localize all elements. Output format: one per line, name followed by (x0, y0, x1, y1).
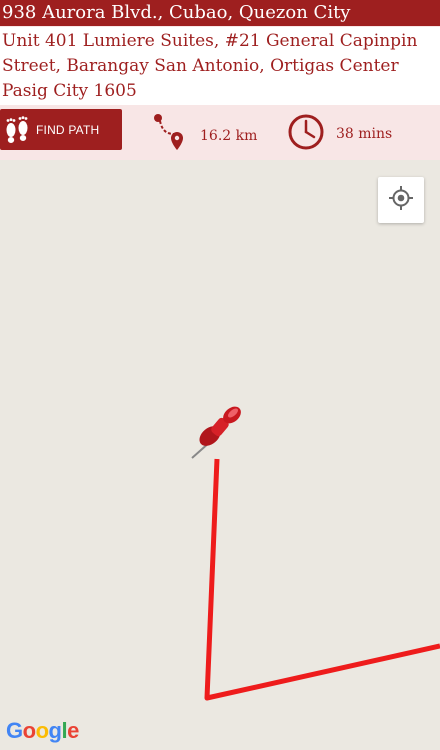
clock-icon (286, 112, 326, 156)
find-path-label: FIND PATH (36, 122, 100, 137)
distance-metric: 16.2 km (152, 112, 257, 160)
origin-address[interactable]: 938 Aurora Blvd., Cubao, Quezon City (0, 0, 440, 26)
push-pin-icon[interactable] (188, 400, 252, 468)
find-path-button[interactable]: FIND PATH (0, 109, 122, 150)
duration-value: 38 mins (336, 126, 393, 142)
distance-value: 16.2 km (200, 128, 258, 144)
duration-metric: 38 mins (286, 112, 392, 156)
footprints-icon (0, 109, 34, 150)
my-location-icon (388, 185, 414, 215)
my-location-button[interactable] (378, 177, 424, 223)
destination-address[interactable]: Unit 401 Lumiere Suites, #21 General Cap… (0, 27, 440, 105)
google-logo: Google (6, 718, 79, 743)
route-pin-icon (152, 112, 188, 160)
route-header: 938 Aurora Blvd., Cubao, Quezon City Uni… (0, 0, 440, 160)
